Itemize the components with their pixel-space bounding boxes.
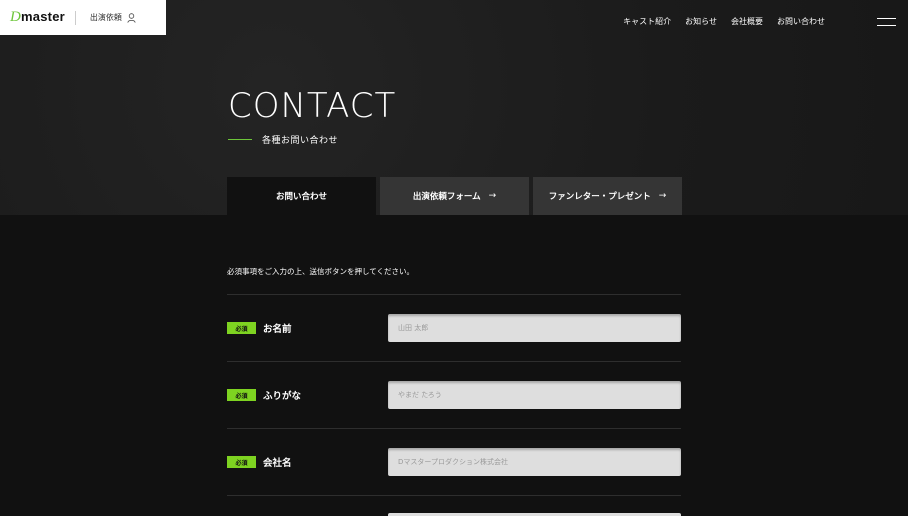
nav-item-news[interactable]: お知らせ: [685, 16, 717, 27]
tab-appearance-form[interactable]: 出演依頼フォーム →: [380, 177, 529, 215]
arrow-right-icon: →: [658, 191, 667, 201]
tab-inquiry[interactable]: お問い合わせ: [227, 177, 376, 215]
field-label-group: 必須 会社名: [227, 455, 388, 469]
nav-item-contact[interactable]: お問い合わせ: [777, 16, 825, 27]
accent-line: [228, 139, 252, 140]
nav-item-cast[interactable]: キャスト紹介: [623, 16, 671, 27]
form-row-company: 必須 会社名: [227, 428, 681, 495]
contact-form: 必須 お名前 必須 ふりがな 必須 会社名: [227, 294, 681, 515]
form-row-furigana: 必須 ふりがな: [227, 361, 681, 428]
form-row-next: [227, 495, 681, 515]
logo-d-mark: D: [10, 9, 22, 25]
appearance-request-label: 出演依頼: [89, 13, 122, 22]
tab-fan-letter-label: ファンレター・プレゼント: [548, 192, 651, 202]
tab-fan-letter[interactable]: ファンレター・プレゼント →: [533, 177, 682, 215]
furigana-input[interactable]: [388, 381, 681, 409]
field-label-furigana: ふりがな: [263, 391, 302, 402]
contact-tabs: お問い合わせ 出演依頼フォーム → ファンレター・プレゼント →: [227, 177, 682, 215]
site-logo[interactable]: D master: [10, 9, 65, 26]
form-instructions: 必須事項をご入力の上、送信ボタンを押してください。: [227, 267, 415, 276]
hamburger-menu-icon[interactable]: [877, 18, 896, 26]
header-logo-box: D master 出演依頼: [0, 0, 166, 35]
required-badge: 必須: [227, 322, 256, 334]
arrow-right-icon: →: [488, 191, 497, 201]
field-label-company: 会社名: [263, 458, 292, 469]
name-input[interactable]: [388, 314, 681, 342]
page-subtitle-row: 各種お問い合わせ: [228, 133, 338, 146]
form-row-name: 必須 お名前: [227, 294, 681, 361]
tab-appearance-form-label: 出演依頼フォーム: [412, 192, 481, 202]
required-badge: 必須: [227, 389, 256, 401]
user-icon: [127, 12, 136, 23]
field-label-group: 必須 お名前: [227, 321, 388, 335]
field-label-group: 必須 ふりがな: [227, 388, 388, 402]
tab-inquiry-label: お問い合わせ: [275, 192, 327, 202]
logo-divider: [74, 10, 76, 25]
page-title: CONTACT: [228, 86, 397, 126]
page-subtitle: 各種お問い合わせ: [262, 136, 339, 146]
company-input[interactable]: [388, 448, 681, 476]
logo-text: master: [21, 9, 65, 24]
required-badge: 必須: [227, 456, 256, 468]
main-nav: キャスト紹介 お知らせ 会社概要 お問い合わせ: [623, 16, 825, 27]
field-label-name: お名前: [263, 324, 292, 335]
appearance-request-link[interactable]: 出演依頼: [90, 12, 136, 23]
nav-item-company[interactable]: 会社概要: [731, 16, 763, 27]
